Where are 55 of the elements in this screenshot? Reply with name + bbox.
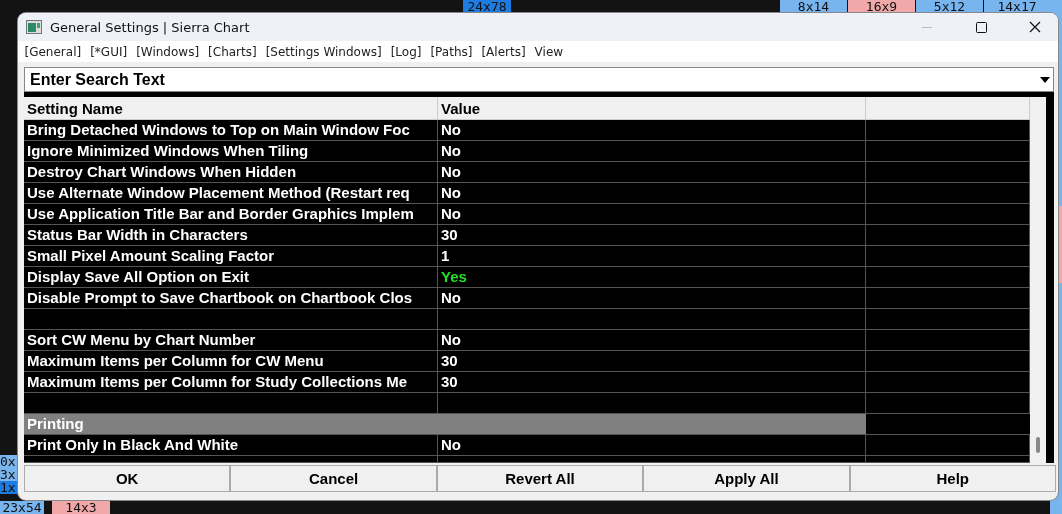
setting-value[interactable]: No <box>438 141 866 162</box>
setting-name: Display Save All Option on Exit <box>24 267 438 288</box>
menu-item[interactable]: [Settings Windows] <box>261 44 387 59</box>
minimize-icon <box>922 26 932 28</box>
setting-name: Maximum Items per Column for CW Menu <box>24 351 438 372</box>
dialog-button[interactable]: Cancel <box>230 465 437 492</box>
chart-tile: 14x3 <box>52 501 110 514</box>
chart-tile: 1x <box>0 481 20 494</box>
setting-name: Sort CW Menu by Chart Number <box>24 330 438 351</box>
setting-value[interactable]: No <box>438 330 866 351</box>
menu-item[interactable]: [Log] <box>386 44 426 59</box>
caret-icon <box>1040 76 1050 83</box>
setting-name: Maximum Items per Column for Study Collections Me <box>24 372 438 393</box>
setting-value[interactable]: 30 <box>438 372 866 393</box>
setting-value[interactable]: No <box>438 435 866 456</box>
setting-name: Ignore Minimized Windows When Tiling <box>24 141 438 162</box>
column-header: Value <box>438 97 866 120</box>
setting-value[interactable]: No <box>438 204 866 225</box>
app-icon <box>26 20 42 34</box>
menu-item[interactable]: [General] <box>20 44 86 59</box>
menu-item[interactable]: [*GUI] <box>85 44 132 59</box>
dialog-button[interactable]: Apply All <box>643 465 850 492</box>
dialog-button[interactable]: Help <box>849 465 1056 492</box>
setting-name: Disable Prompt to Save Chartbook on Chartbook Clos <box>24 288 438 309</box>
dialog-button[interactable]: Revert All <box>436 465 644 492</box>
setting-name: Use Alternate Window Placement Method (Restart req <box>24 183 438 204</box>
window-title: General Settings | Sierra Chart <box>50 19 251 35</box>
setting-name: Small Pixel Amount Scaling Factor <box>24 246 438 267</box>
menu-item[interactable]: [Paths] <box>425 44 477 59</box>
setting-value[interactable]: No <box>438 120 866 141</box>
menu-item[interactable]: View <box>530 44 568 59</box>
setting-value[interactable]: Yes <box>438 267 866 288</box>
setting-name: Bring Detached Windows to Top on Main Window Foc <box>24 120 438 141</box>
column-header: Setting Name <box>24 97 438 120</box>
setting-name: Use Application Title Bar and Border Graphics Implem <box>24 204 438 225</box>
menu-item[interactable]: [Charts] <box>203 44 262 59</box>
search-field[interactable]: Enter Search Text <box>24 67 1054 92</box>
setting-value[interactable]: 1 <box>438 246 866 267</box>
setting-name: Print Only In Black And White <box>24 435 438 456</box>
scroll-thumb[interactable] <box>1036 437 1040 453</box>
close-icon <box>1029 21 1041 33</box>
setting-value[interactable]: No <box>438 288 866 309</box>
scrollbar[interactable] <box>1030 97 1046 463</box>
setting-value[interactable]: 30 <box>438 225 866 246</box>
setting-name: Destroy Chart Windows When Hidden <box>24 162 438 183</box>
dialog-button[interactable]: OK <box>24 465 231 492</box>
section-header: Printing <box>24 414 866 435</box>
setting-name: Status Bar Width in Characters <box>24 225 438 246</box>
maximize-icon <box>975 21 987 33</box>
menu-item[interactable]: [Alerts] <box>476 44 531 59</box>
menu-item[interactable]: [Windows] <box>131 44 204 59</box>
setting-value[interactable]: No <box>438 162 866 183</box>
setting-value[interactable]: 30 <box>438 351 866 372</box>
setting-value[interactable]: No <box>438 183 866 204</box>
chart-tile: 23x54 <box>0 501 44 514</box>
